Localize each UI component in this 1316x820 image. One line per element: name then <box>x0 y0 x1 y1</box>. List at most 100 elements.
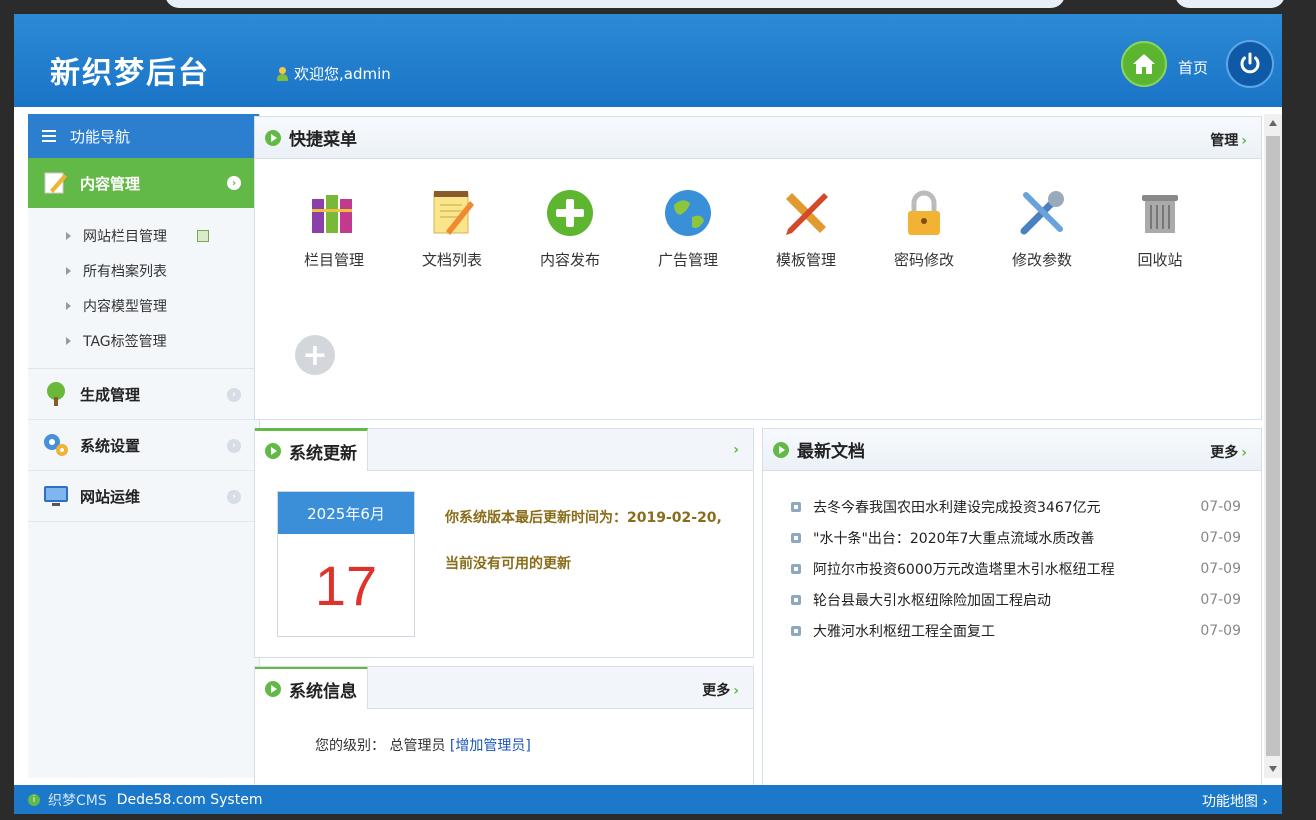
power-icon <box>1240 52 1260 74</box>
chevron-right-icon: › <box>227 176 241 190</box>
vertical-scrollbar[interactable] <box>1264 114 1282 778</box>
sidebar-item-label: 系统设置 <box>80 436 141 455</box>
sidebar-item-settings[interactable]: 系统设置 › <box>28 420 259 471</box>
submenu-label: 内容模型管理 <box>83 298 167 315</box>
quick-item-label: 密码修改 <box>893 251 954 269</box>
doc-title[interactable]: "水十条"出台：2020年7大重点流域水质改善 <box>813 528 1094 548</box>
doc-title[interactable]: 轮台县最大引水枢纽除险加固工程启动 <box>813 590 1051 610</box>
doc-date: 07-09 <box>1200 560 1241 577</box>
quick-item-columns[interactable]: 栏目管理 <box>275 187 393 270</box>
books-icon <box>312 195 352 233</box>
sidebar: 功能导航 内容管理 › 网站栏目管理 所有档案列表 内容模型管理 TAG标签管理… <box>28 114 260 778</box>
add-admin-link[interactable]: [增加管理员] <box>450 738 531 754</box>
list-item[interactable]: 阿拉尔市投资6000万元改造塔里木引水枢纽工程 07-09 <box>791 553 1241 584</box>
submenu-label: 网站栏目管理 <box>83 228 167 245</box>
top-header: 新织梦后台 欢迎您,admin 首页 <box>14 14 1282 107</box>
quick-item-label: 回收站 <box>1137 251 1183 269</box>
submenu-item-models[interactable]: 内容模型管理 <box>28 288 259 323</box>
panel-title: 最新文档 <box>797 442 865 462</box>
footer-system: Dede58.com System <box>116 791 263 808</box>
quick-item-label: 内容发布 <box>539 251 600 269</box>
list-item[interactable]: 大雅河水利枢纽工程全面复工 07-09 <box>791 615 1241 646</box>
content-submenu: 网站栏目管理 所有档案列表 内容模型管理 TAG标签管理 <box>28 208 259 369</box>
quick-item-ads[interactable]: 广告管理 <box>629 187 747 270</box>
submenu-item-archives[interactable]: 所有档案列表 <box>28 253 259 288</box>
tab-system-info[interactable]: 系统信息 <box>255 667 368 709</box>
triangle-icon <box>66 231 71 240</box>
latest-docs-list: 去冬今春我国农田水利建设完成投资3467亿元 07-09 "水十条"出台：2020… <box>791 491 1241 646</box>
calendar-day: 17 <box>314 553 378 617</box>
triangle-icon <box>66 266 71 275</box>
play-icon <box>265 681 281 697</box>
tree-icon <box>47 382 65 406</box>
home-button[interactable] <box>1121 41 1167 87</box>
manage-link[interactable]: 管理 › <box>1210 130 1247 150</box>
sidebar-item-generate[interactable]: 生成管理 › <box>28 369 259 420</box>
scroll-down-icon[interactable] <box>1269 766 1277 772</box>
info-more-link[interactable]: 更多 › <box>702 680 739 700</box>
gears-icon <box>44 434 68 456</box>
submenu-item-tags[interactable]: TAG标签管理 <box>28 323 259 358</box>
submenu-label: TAG标签管理 <box>83 333 167 350</box>
list-icon <box>42 130 56 142</box>
submenu-item-columns[interactable]: 网站栏目管理 <box>28 218 259 253</box>
panel-title: 系统更新 <box>289 443 357 464</box>
update-more-link[interactable]: › <box>730 442 739 458</box>
list-item[interactable]: 去冬今春我国农田水利建设完成投资3467亿元 07-09 <box>791 491 1241 522</box>
list-item[interactable]: 轮台县最大引水枢纽除险加固工程启动 07-09 <box>791 584 1241 615</box>
docs-more-link[interactable]: 更多 › <box>1210 442 1247 462</box>
address-bar[interactable] <box>165 0 1065 8</box>
browser-button[interactable] <box>1175 0 1285 8</box>
quick-item-password[interactable]: 密码修改 <box>865 187 983 270</box>
doc-title[interactable]: 大雅河水利枢纽工程全面复工 <box>813 621 995 641</box>
add-column-icon[interactable] <box>197 229 209 242</box>
panel-title: 系统信息 <box>289 681 357 702</box>
globe-icon <box>665 190 711 236</box>
user-icon <box>276 66 288 81</box>
logo: 新织梦后台 <box>50 56 210 91</box>
quick-item-publish[interactable]: 内容发布 <box>511 187 629 270</box>
doc-date: 07-09 <box>1200 529 1241 546</box>
level-label: 您的级别： <box>315 738 385 754</box>
system-info-panel: 系统信息 更多 › 您的级别： 总管理员 [增加管理员] <box>254 666 754 792</box>
quick-item-recycle[interactable]: 回收站 <box>1101 187 1219 270</box>
calendar-month: 2025年6月 <box>278 492 414 534</box>
quick-menu-grid: 栏目管理 文档列表 内容发布 广告管理 模板管理 密码修改 修改参数 回收站 <box>275 187 1219 270</box>
quick-item-docs[interactable]: 文档列表 <box>393 187 511 270</box>
sidebar-item-maintenance[interactable]: 网站运维 › <box>28 471 259 522</box>
tab-system-update[interactable]: 系统更新 <box>255 428 368 471</box>
sidebar-item-label: 网站运维 <box>80 487 141 506</box>
footer-brand: 织梦CMS <box>48 792 107 809</box>
doc-date: 07-09 <box>1200 622 1241 639</box>
scroll-thumb[interactable] <box>1266 136 1280 756</box>
chevron-right-icon: › <box>227 439 241 453</box>
sidebar-item-content[interactable]: 内容管理 › <box>28 158 259 208</box>
home-link[interactable]: 首页 <box>1178 57 1208 78</box>
scroll-up-icon[interactable] <box>1269 120 1277 126</box>
quick-item-params[interactable]: 修改参数 <box>983 187 1101 270</box>
list-item[interactable]: "水十条"出台：2020年7大重点流域水质改善 07-09 <box>791 522 1241 553</box>
home-icon <box>1133 54 1155 74</box>
quick-item-label: 广告管理 <box>657 251 718 269</box>
system-update-panel: 系统更新 › 2025年6月 17 你系统版本最后更新时间为：2019-02-2… <box>254 428 754 658</box>
triangle-icon <box>66 336 71 345</box>
doc-title[interactable]: 去冬今春我国农田水利建设完成投资3467亿元 <box>813 497 1101 517</box>
edit-doc-icon <box>44 172 67 194</box>
latest-docs-header: 最新文档 更多 › <box>763 429 1261 471</box>
quick-item-label: 文档列表 <box>421 251 482 269</box>
triangle-icon <box>66 301 71 310</box>
play-icon <box>265 129 281 146</box>
logout-button[interactable] <box>1226 40 1274 88</box>
doc-title[interactable]: 阿拉尔市投资6000万元改造塔里木引水枢纽工程 <box>813 559 1115 579</box>
quick-item-templates[interactable]: 模板管理 <box>747 187 865 270</box>
doc-date: 07-09 <box>1200 591 1241 608</box>
latest-docs-panel: 最新文档 更多 › 去冬今春我国农田水利建设完成投资3467亿元 07-09 "水十… <box>762 428 1262 792</box>
add-shortcut-button[interactable]: + <box>295 335 335 375</box>
calendar: 2025年6月 17 <box>277 491 415 637</box>
quick-item-label: 模板管理 <box>775 251 836 269</box>
info-icon: i <box>28 793 40 806</box>
bullet-icon <box>791 563 801 574</box>
notepad-icon <box>433 191 474 235</box>
function-map-link[interactable]: 功能地图 › <box>1202 791 1268 811</box>
update-status-line: 你系统版本最后更新时间为：2019-02-20, <box>445 510 722 526</box>
